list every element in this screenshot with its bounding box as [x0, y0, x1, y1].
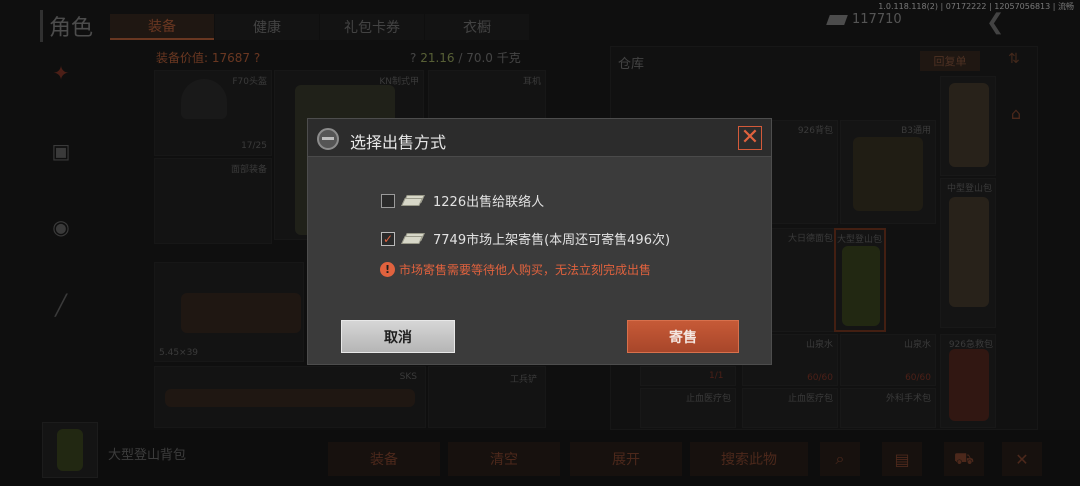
warning-icon: ! — [380, 262, 395, 277]
dialog-title: 选择出售方式 — [350, 133, 447, 152]
warning-message: ! 市场寄售需要等待他人购买，无法立刻完成出售 — [380, 261, 651, 278]
sell-to-contact-checkbox[interactable] — [381, 193, 395, 208]
market-consign-label: 7749市场上架寄售(本周还可寄售496次) — [433, 233, 671, 248]
consign-button[interactable]: 寄售 — [627, 320, 739, 353]
checkmark-icon: ✓ — [382, 231, 394, 246]
close-button[interactable]: ✕ — [738, 126, 762, 150]
emblem-icon — [317, 128, 339, 150]
market-consign-option[interactable]: ✓ 7749市场上架寄售(本周还可寄售496次) — [381, 229, 670, 248]
sell-to-contact-label: 1226出售给联络人 — [433, 195, 545, 210]
dialog-header: 选择出售方式 ✕ — [308, 119, 771, 157]
cash-icon — [401, 232, 425, 245]
sell-to-contact-option[interactable]: 1226出售给联络人 — [381, 191, 544, 210]
cash-icon — [401, 194, 425, 207]
close-icon: ✕ — [740, 125, 760, 150]
cancel-button[interactable]: 取消 — [341, 320, 455, 353]
market-consign-checkbox[interactable]: ✓ — [381, 231, 395, 246]
warning-text: 市场寄售需要等待他人购买，无法立刻完成出售 — [399, 263, 652, 277]
sell-method-dialog: 选择出售方式 ✕ 1226出售给联络人 ✓ 7749市场上架寄售(本周还可寄售4… — [307, 118, 772, 365]
